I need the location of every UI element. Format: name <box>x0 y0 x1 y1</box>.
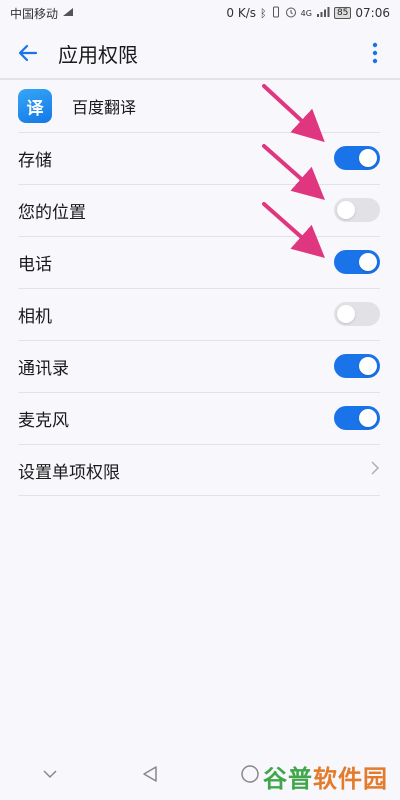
signal-icon <box>62 6 74 20</box>
permission-row-microphone[interactable]: 麦克风 <box>0 392 400 444</box>
settings-item-label: 设置单项权限 <box>18 462 120 483</box>
circle-home-icon <box>241 765 259 783</box>
toggle-knob <box>359 149 377 167</box>
battery-icon: 85 <box>333 7 352 19</box>
nav-back-button[interactable] <box>120 748 180 800</box>
permission-label: 通讯录 <box>18 358 69 379</box>
triangle-back-icon <box>143 766 157 782</box>
watermark-char: 件 <box>338 765 363 793</box>
arrow-left-icon <box>18 44 38 62</box>
toggle-knob <box>337 305 355 323</box>
more-options-button[interactable] <box>360 34 390 72</box>
location-toggle[interactable] <box>334 198 380 222</box>
permission-label: 电话 <box>18 254 52 275</box>
permission-row-storage[interactable]: 存储 <box>0 132 400 184</box>
permission-label: 相机 <box>18 306 52 327</box>
page-title: 应用权限 <box>58 42 138 67</box>
watermark-char: 谷 <box>263 765 288 793</box>
watermark-char: 园 <box>363 765 388 793</box>
watermark-char: 软 <box>313 765 338 793</box>
back-button[interactable] <box>4 26 52 80</box>
microphone-toggle[interactable] <box>334 406 380 430</box>
net-speed: 0 K/s <box>226 6 257 20</box>
toggle-knob <box>337 201 355 219</box>
permission-label: 您的位置 <box>18 202 86 223</box>
app-icon-glyph: 译 <box>26 98 44 119</box>
alarm-icon <box>285 6 297 21</box>
vibrate-icon <box>271 6 281 21</box>
carrier-label: 中国移动 <box>10 6 59 21</box>
permission-row-phone[interactable]: 电话 <box>0 236 400 288</box>
permissions-list: 存储 您的位置 电话 相机 通讯录 麦克风 设置单项权限 <box>0 132 400 496</box>
app-icon: 译 <box>18 89 52 123</box>
network-type-label: 4G <box>300 8 312 18</box>
app-bar: 应用权限 <box>0 26 400 80</box>
toggle-knob <box>359 253 377 271</box>
toggle-knob <box>359 357 377 375</box>
permission-row-camera[interactable]: 相机 <box>0 288 400 340</box>
more-vertical-icon <box>372 42 378 64</box>
chevron-down-icon <box>43 770 57 779</box>
clock: 07:06 <box>355 6 390 20</box>
app-info-row: 译 百度翻译 <box>0 80 400 132</box>
chevron-right-icon <box>370 460 380 481</box>
nav-hide-button[interactable] <box>20 748 80 800</box>
permission-row-location[interactable]: 您的位置 <box>0 184 400 236</box>
contacts-toggle[interactable] <box>334 354 380 378</box>
permission-label: 麦克风 <box>18 410 69 431</box>
settings-individual-permissions[interactable]: 设置单项权限 <box>0 444 400 496</box>
storage-toggle[interactable] <box>334 146 380 170</box>
app-name: 百度翻译 <box>72 98 137 117</box>
watermark-char: 普 <box>288 765 313 793</box>
watermark-logo: 谷 普 软 件 园 <box>263 759 388 794</box>
phone-toggle[interactable] <box>334 250 380 274</box>
permission-row-contacts[interactable]: 通讯录 <box>0 340 400 392</box>
cell-signal-icon <box>316 6 330 20</box>
camera-toggle[interactable] <box>334 302 380 326</box>
bluetooth-icon: ᛒ <box>260 6 267 20</box>
status-bar: 中国移动 0 K/s ᛒ 4G 85 07:06 <box>0 0 400 26</box>
permission-label: 存储 <box>18 150 52 171</box>
toggle-knob <box>359 409 377 427</box>
